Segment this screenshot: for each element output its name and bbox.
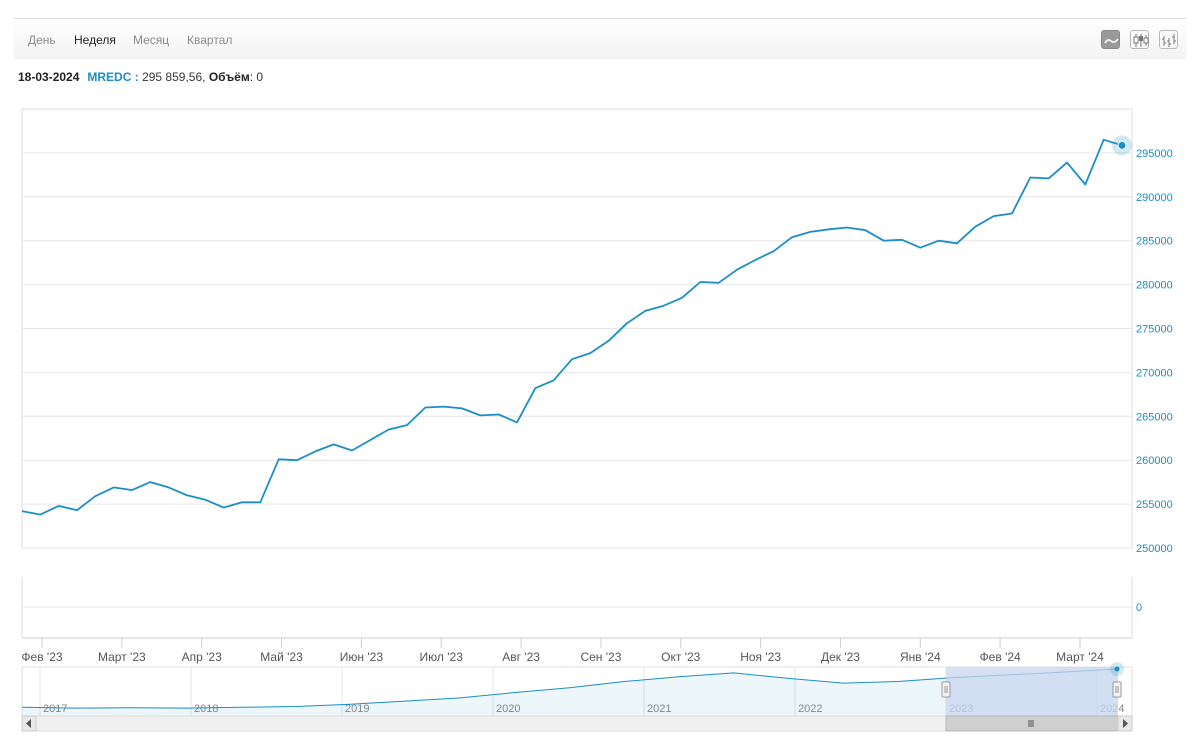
navigator-end-marker: [1114, 666, 1120, 672]
x-axis-labels: Фев '23 Март '23 Апр '23 Май '23 Июн '23 Июл …: [21, 638, 1104, 664]
y-tick-label: 255000: [1136, 499, 1173, 511]
x-tick-label: Фев '24: [980, 650, 1021, 664]
price-series-line: [21, 138, 1123, 516]
last-point-marker[interactable]: [1117, 140, 1127, 150]
volume-axis-label: 0: [1136, 602, 1142, 614]
x-tick-label: Авг '23: [502, 650, 540, 664]
y-tick-label: 250000: [1136, 543, 1173, 555]
y-tick-label: 275000: [1136, 324, 1173, 336]
x-tick-label: Ноя '23: [740, 650, 781, 664]
y-tick-label: 265000: [1136, 411, 1173, 423]
x-tick-label: Янв '24: [900, 650, 941, 664]
y-axis-labels: 250000 255000 260000 265000 270000 275000 2800…: [1136, 148, 1173, 555]
x-tick-label: Март '24: [1056, 650, 1104, 664]
y-tick-label: 260000: [1136, 455, 1173, 467]
y-tick-label: 270000: [1136, 367, 1173, 379]
scrollbar-thumb[interactable]: [945, 715, 1119, 732]
y-grid: [22, 152, 1132, 549]
y-tick-label: 280000: [1136, 280, 1173, 292]
x-tick-label: Март '23: [98, 650, 146, 664]
y-tick-label: 285000: [1136, 236, 1173, 248]
x-tick-label: Сен '23: [580, 650, 621, 664]
x-tick-label: Апр '23: [182, 650, 222, 664]
price-chart[interactable]: 250000 255000 260000 265000 270000 275000 2800…: [0, 0, 1200, 746]
x-tick-label: Дек '23: [821, 650, 860, 664]
y-tick-label: 295000: [1136, 148, 1173, 160]
navigator-right-handle[interactable]: [1112, 681, 1122, 698]
x-tick-label: Июн '23: [340, 650, 384, 664]
x-tick-label: Июл '23: [420, 650, 464, 664]
x-tick-label: Май '23: [260, 650, 303, 664]
navigator-left-handle[interactable]: [941, 681, 951, 698]
x-tick-label: Окт '23: [661, 650, 701, 664]
y-tick-label: 290000: [1136, 192, 1173, 204]
x-tick-label: Фев '23: [21, 650, 62, 664]
navigator-selection[interactable]: [946, 667, 1118, 718]
